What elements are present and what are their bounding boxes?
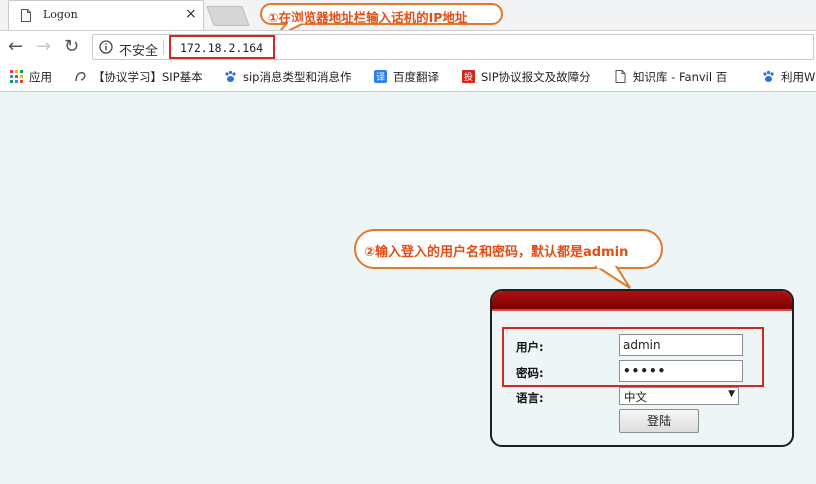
login-button[interactable]: 登陆 [619,409,699,433]
password-input[interactable]: ••••• [619,360,743,382]
bookmark-utilize[interactable]: 利用W [762,69,816,85]
password-label: 密码: [516,366,544,380]
bookmark-label: 应用 [29,70,52,84]
svg-text:投: 投 [464,71,473,83]
bookmark-label: 利用W [781,70,816,84]
language-label: 语言: [516,391,544,405]
bookmark-label: SIP协议报文及故障分 [481,70,591,84]
bookmark-sip-learning[interactable]: 【协议学习】SIP基本 [74,69,214,85]
login-panel-header [492,291,792,309]
document-icon [615,70,626,83]
omnibox-divider [163,39,164,55]
tab-title: Logon [43,8,78,21]
page-icon [21,9,31,22]
new-tab-button[interactable] [206,6,250,26]
apps-grid-icon [10,70,23,83]
dropdown-arrow-icon[interactable]: ▼ [728,389,735,399]
language-select[interactable]: 中文 ▼ [619,387,739,405]
annotation-step2: ②输入登入的用户名和密码，默认都是admin [354,229,663,269]
bookmark-sip-protocol[interactable]: 投 SIP协议报文及故障分 [462,69,602,85]
language-value: 中文 [624,390,647,404]
security-label: 不安全 [119,44,159,59]
bookmarks-bar: 应用 【协议学习】SIP基本 sip消息类型和消息作 译 百度翻译 投 SIP协… [0,63,816,92]
red-badge-icon: 投 [462,70,475,83]
bookmark-label: 【协议学习】SIP基本 [93,70,203,84]
bookmark-baidu-translate[interactable]: 译 百度翻译 [374,69,454,85]
bookmark-apps[interactable]: 应用 [10,69,66,85]
bookmark-sip-message-types[interactable]: sip消息类型和消息作 [224,69,362,85]
reload-icon[interactable]: ↻ [64,37,79,57]
login-panel: 用户: admin 密码: ••••• 语言: 中文 ▼ 登陆 [490,289,794,447]
svg-text:译: 译 [376,72,385,83]
baidu-paw-icon [763,70,774,82]
address-bar[interactable]: 不安全 172.18.2.164 [92,34,814,60]
translate-icon: 译 [374,70,387,83]
bookmark-label: sip消息类型和消息作 [243,70,352,84]
site-logo-icon [75,72,86,82]
close-tab-icon[interactable]: × [185,6,197,22]
bookmark-label: 知识库 - Fanvil 百 [633,70,728,84]
bookmark-label: 百度翻译 [393,70,439,84]
username-label: 用户: [516,340,544,354]
browser-toolbar: ← → ↻ 不安全 172.18.2.164 [0,30,816,64]
url-text[interactable]: 172.18.2.164 [180,41,263,55]
header-highlight [492,309,792,311]
baidu-paw-icon [225,70,236,82]
forward-icon[interactable]: → [36,37,51,57]
url-highlight-box[interactable]: 172.18.2.164 [169,35,275,59]
username-input[interactable]: admin [619,334,743,356]
bookmark-fanvil-kb[interactable]: 知识库 - Fanvil 百 [614,69,750,85]
back-icon[interactable]: ← [8,37,23,57]
info-icon[interactable] [99,40,113,54]
browser-tab[interactable]: Logon × [8,0,204,30]
